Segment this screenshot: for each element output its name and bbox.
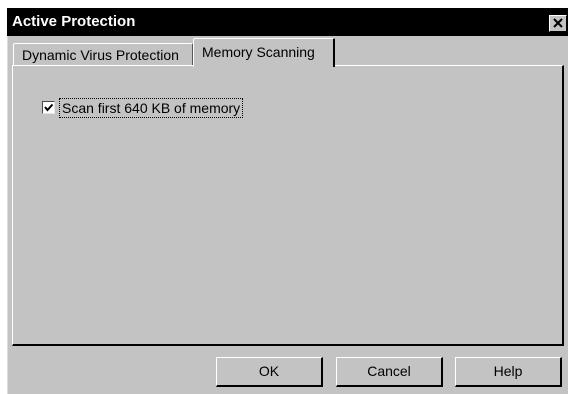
tab-label: Dynamic Virus Protection: [22, 47, 179, 63]
scan-memory-checkbox[interactable]: [42, 101, 55, 114]
tab-label: Memory Scanning: [202, 44, 315, 60]
tab-dynamic-virus-protection[interactable]: Dynamic Virus Protection: [13, 43, 193, 65]
close-icon: [550, 16, 566, 31]
cancel-button[interactable]: Cancel: [336, 357, 443, 387]
help-button[interactable]: Help: [455, 357, 562, 387]
tab-memory-scanning[interactable]: Memory Scanning: [193, 38, 335, 67]
checkmark-icon: [43, 102, 54, 113]
title-bar[interactable]: Active Protection: [7, 8, 568, 36]
window-title: Active Protection: [12, 13, 136, 30]
close-button[interactable]: [549, 15, 567, 32]
scan-memory-checkbox-label[interactable]: Scan first 640 KB of memory: [59, 98, 244, 118]
ok-button[interactable]: OK: [216, 357, 323, 387]
